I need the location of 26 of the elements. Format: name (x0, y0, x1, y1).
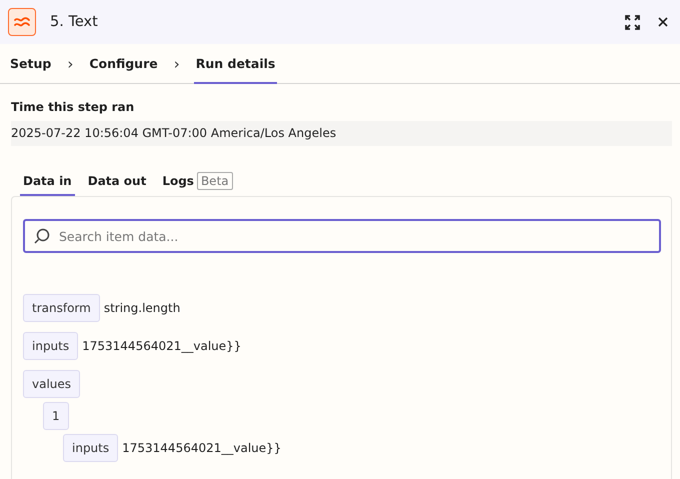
field-label: Time this step ran (11, 100, 136, 114)
data-key: transform (23, 294, 100, 322)
data-key: inputs (63, 434, 118, 462)
expand-icon[interactable] (625, 14, 640, 30)
search-field[interactable]: Search item data... (23, 219, 661, 253)
step-title: 5. Text (50, 14, 99, 30)
data-tab[interactable]: Data in (20, 167, 75, 196)
step-tab[interactable]: Setup (8, 44, 54, 84)
chevron-icon: › (174, 44, 180, 83)
data-key: inputs (23, 332, 78, 360)
data-key: 1 (43, 402, 69, 430)
close-icon[interactable] (658, 17, 668, 27)
data-value: string.length (104, 301, 180, 315)
data-value: 1753144564021__value}} (122, 441, 282, 455)
search-icon (33, 228, 50, 245)
data-tab[interactable]: Logs Beta (159, 167, 236, 196)
data-tab[interactable]: Data out (84, 167, 150, 196)
beta-badge: Beta (196, 172, 233, 190)
app-logo (8, 8, 36, 36)
data-key: values (23, 370, 80, 398)
tab-label: Logs (162, 174, 194, 188)
data-value: 1753144564021__value}} (82, 339, 242, 353)
step-tab[interactable]: Configure (87, 44, 160, 84)
run-time-value: 2025-07-22 10:56:04 GMT-07:00 America/Los Angeles (11, 121, 672, 146)
step-tab[interactable]: Run details (194, 44, 278, 84)
chevron-icon: › (67, 44, 74, 83)
